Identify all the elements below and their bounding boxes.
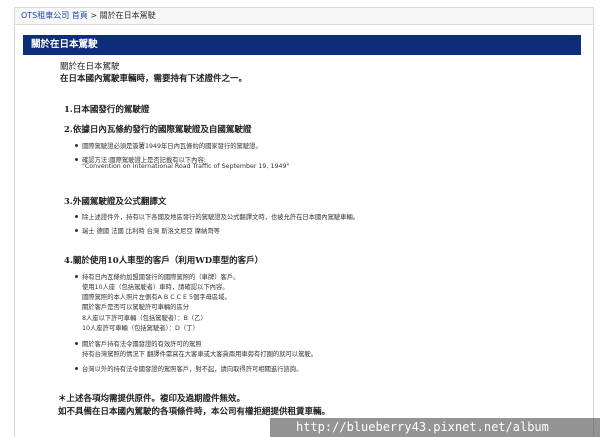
section-3-item: 瑞士 德國 法國 比利時 台灣 斯洛文尼亞 摩納哥等 (75, 228, 220, 235)
footer-note-2: 如不具備在日本國內駕駛的各項條件時，本公司有權拒絕提供租賃車輛。 (58, 407, 331, 417)
intro-line-1: 關於在日本駕駛 (60, 62, 120, 72)
intro-line-2: 在日本國內駕駛車輛時，需要持有下述證件之一。 (60, 74, 248, 84)
watermark: http://blueberry43.pixnet.net/album (270, 418, 600, 437)
page-title: 關於在日本駕駛 (23, 35, 581, 55)
section-4-item: 使用10人座（包括駕駛者）車時，請確認以下內容。 (82, 284, 229, 291)
section-2-item: "Convention on International Road Traffi… (82, 163, 290, 170)
section-3-item: 除上述證件外，持有以下各國及地區發行的駕駛證及公式翻譯文時，也被允許在日本國內駕… (74, 214, 360, 221)
section-4-item: 持有日內瓦條約加盟國發行的國際駕照的（車牌）客戶。 (74, 274, 240, 281)
page: OTS租車公司 首頁 > 關於在日本駕駛 關於在日本駕駛 關於在日本駕駛 在日本… (0, 0, 600, 437)
section-4-item: 關於客戶是否可以駕駛許可車輛的區分 (82, 304, 190, 311)
breadcrumb-separator: > (87, 11, 100, 20)
breadcrumb: OTS租車公司 首頁 > 關於在日本駕駛 (14, 7, 594, 25)
breadcrumb-home-link[interactable]: OTS租車公司 首頁 (21, 11, 88, 20)
footer-note-1: ＊上述各項均需提供原件。複印及過期證件無效。 (58, 394, 246, 404)
section-4-item: 國際駕照的本人照片左側有A B C C E 5個字母區域。 (82, 294, 231, 301)
section-2-heading: 2.依據日內瓦條約發行的國際駕駛證及自國駕駛證 (64, 125, 252, 135)
section-4-item: 10人座許可車輛（包括駕駛者）：D（丁） (82, 325, 199, 332)
section-1-heading: 1.日本國發行的駕駛證 (64, 105, 150, 115)
section-2-item: 國際駕駛證必須是簽署1949年日內瓦條約的國家發行的駕駛證。 (75, 143, 262, 150)
section-4-item: 關於客戶持有法令國發證的有效許可的駕照 (75, 341, 202, 348)
section-3-heading: 3.外國駕駛證及公式翻譯文 (64, 197, 167, 207)
section-4-item: 台灣以外的持有法令國發證的駕照客戶，對不起，請向取得許可相關進行諮詢。 (74, 366, 303, 373)
section-4-item: 持有台灣駕照的情況下 翻譯件需寫在大客車或大客貨兩用車旁有打圈的就可以駕駛。 (82, 351, 317, 358)
breadcrumb-current: 關於在日本駕駛 (99, 11, 156, 20)
section-4-heading: 4.關於使用10人車型的客戶（利用WD車型的客戶） (64, 256, 264, 266)
section-4-item: 8人座以下許可車輛（包括駕駛者）：B（乙） (82, 315, 207, 322)
